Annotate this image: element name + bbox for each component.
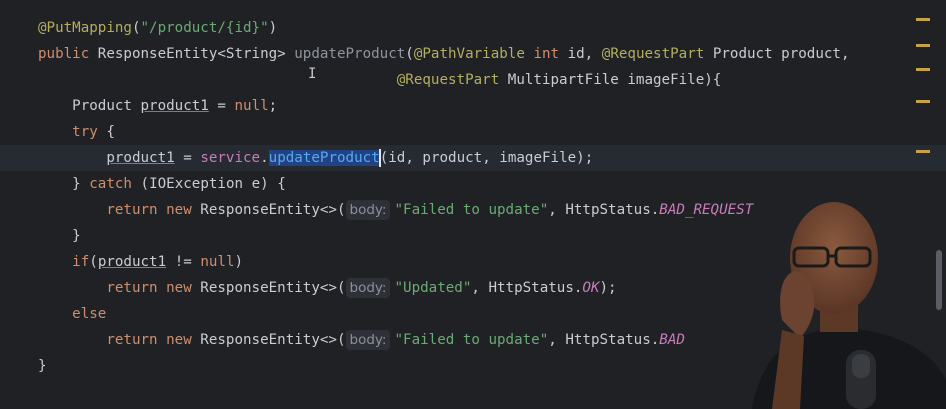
warning-mark[interactable] <box>916 150 930 153</box>
keyword-return: return <box>106 280 158 296</box>
keyword-int: int <box>533 46 560 62</box>
annotation-requestpart: @RequestPart <box>601 46 705 62</box>
code-editor[interactable]: @PutMapping("/product/{id}") public Resp… <box>0 0 946 409</box>
keyword-if: if <box>72 254 90 270</box>
constructor-call: ResponseEntity<>( <box>191 202 346 218</box>
param-hint-body: body: <box>345 278 391 298</box>
keyword-catch: catch <box>89 176 132 192</box>
var-product1: product1 <box>106 150 175 166</box>
param-hint-body: body: <box>345 330 391 350</box>
keyword-public: public <box>38 46 90 62</box>
paren: ( <box>89 254 98 270</box>
keyword-null: null <box>234 98 269 114</box>
brace: } <box>72 176 90 192</box>
constructor-call: ResponseEntity<>( <box>191 280 346 296</box>
annotation-requestpart: @RequestPart <box>396 72 500 88</box>
presenter-illustration <box>752 202 946 409</box>
catch-clause: (IOException e) { <box>131 176 286 192</box>
type-product: Product <box>72 98 141 114</box>
keyword-return: return <box>106 202 158 218</box>
var-product1: product1 <box>140 98 209 114</box>
code-line-1[interactable]: @PutMapping("/product/{id}") <box>0 15 946 41</box>
brace: } <box>72 228 81 244</box>
operator: = <box>174 150 201 166</box>
annotation-pathvariable: @PathVariable <box>413 46 525 62</box>
paren: ) <box>268 20 278 36</box>
const-bad-request: BAD_REQUEST <box>659 202 754 218</box>
method-call-selected: updateProduc <box>268 150 372 166</box>
code-line-5[interactable]: Product product1 = null; <box>0 93 946 119</box>
param-imagefile: MultipartFile imageFile){ <box>499 72 722 88</box>
paren: ( <box>131 20 141 36</box>
annotation-putmapping: @PutMapping <box>38 20 132 36</box>
param-hint-body: body: <box>345 200 391 220</box>
keyword-new: new <box>166 280 192 296</box>
keyword-try: try <box>72 124 98 140</box>
keyword-null: null <box>200 254 235 270</box>
presenter-webcam-overlay <box>742 180 946 409</box>
param-product: Product product, <box>704 46 850 62</box>
string-path: "/product/{id}" <box>140 20 269 36</box>
call-args: (id, product, imageFile); <box>379 150 594 166</box>
warning-mark[interactable] <box>916 18 930 21</box>
paren: ( <box>405 46 414 62</box>
brace: { <box>97 124 115 140</box>
field-service: service <box>200 150 261 166</box>
constructor-call: ResponseEntity<>( <box>191 332 346 348</box>
call-end: ); <box>599 280 617 296</box>
httpstatus-ref: , HttpStatus. <box>471 280 583 296</box>
string-failed: "Failed to update" <box>394 202 549 218</box>
paren: ) <box>234 254 244 270</box>
return-type: ResponseEntity<String> <box>89 46 295 62</box>
keyword-else: else <box>72 306 107 322</box>
keyword-return: return <box>106 332 158 348</box>
brace: } <box>38 358 47 374</box>
semicolon: ; <box>268 98 278 114</box>
warning-mark[interactable] <box>916 100 930 103</box>
param-id: id, <box>559 46 602 62</box>
code-line-6[interactable]: try { <box>0 119 946 145</box>
string-failed: "Failed to update" <box>394 332 549 348</box>
method-name-updateproduct: updateProduct <box>294 46 406 62</box>
httpstatus-ref: , HttpStatus. <box>548 202 660 218</box>
dot: . <box>260 150 269 166</box>
code-line-3[interactable]: @RequestPart MultipartFile imageFile){ <box>0 67 946 93</box>
keyword-new: new <box>166 332 192 348</box>
operator: = <box>208 98 235 114</box>
warning-mark[interactable] <box>916 68 930 71</box>
httpstatus-ref: , HttpStatus. <box>548 332 660 348</box>
code-line-2[interactable]: public ResponseEntity<String> updateProd… <box>0 41 946 67</box>
mouse-text-cursor: I <box>308 66 317 82</box>
string-updated: "Updated" <box>394 280 472 296</box>
const-bad: BAD <box>659 332 685 348</box>
const-ok: OK <box>582 280 600 296</box>
operator: != <box>166 254 201 270</box>
warning-mark[interactable] <box>916 44 930 47</box>
code-line-7-current[interactable]: product1 = service.updateProduct(id, pro… <box>0 145 946 171</box>
keyword-new: new <box>166 202 192 218</box>
var-product1: product1 <box>97 254 167 270</box>
